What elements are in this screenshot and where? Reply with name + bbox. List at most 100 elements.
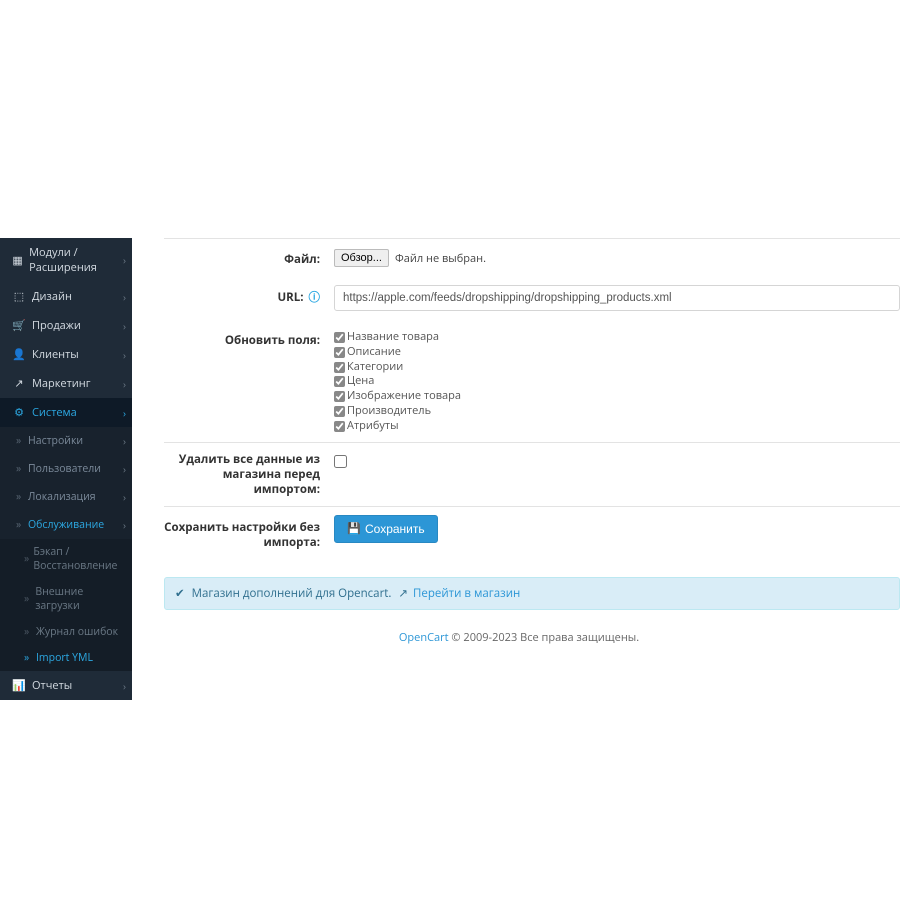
- row-save: Сохранить настройки без импорта: 💾 Сохра…: [164, 507, 900, 559]
- chevron-right-icon: ›: [123, 518, 126, 532]
- nav-marketing[interactable]: ↗ Маркетинг ›: [0, 369, 132, 398]
- external-link-icon: ↗: [398, 586, 408, 601]
- nav-clients[interactable]: 👤 Клиенты ›: [0, 340, 132, 369]
- file-browse-button[interactable]: Обзор...: [334, 249, 389, 267]
- chevron-right-icon: ›: [123, 348, 126, 362]
- row-wipe: Удалить все данные из магазина перед имп…: [164, 443, 900, 506]
- gear-icon: ⚙: [12, 405, 26, 420]
- subnav-service[interactable]: » Обслуживание ›: [0, 511, 132, 539]
- row-file: Файл: Обзор... Файл не выбран.: [164, 239, 900, 276]
- chevron-right-icon: ›: [123, 679, 126, 693]
- nav-label: Клиенты: [32, 347, 79, 362]
- chevron-right-icon: ›: [123, 253, 126, 267]
- check-circle-icon: ✔: [175, 586, 185, 601]
- save-icon: 💾: [347, 523, 359, 535]
- bullet-icon: »: [16, 462, 26, 476]
- alert-text: Магазин дополнений для Opencart.: [192, 586, 392, 601]
- save-button[interactable]: 💾 Сохранить: [334, 515, 438, 543]
- sidebar: ▦ Модули / Расширения › ⬚ Дизайн › 🛒 Про…: [0, 238, 132, 700]
- subnav-label: Обслуживание: [28, 518, 104, 532]
- help-icon[interactable]: ⓘ: [309, 291, 321, 306]
- chk-description[interactable]: Описание: [334, 345, 900, 360]
- checkbox[interactable]: [334, 362, 345, 373]
- extension-store-alert: ✔ Магазин дополнений для Opencart. ↗ Пер…: [164, 577, 900, 610]
- chevron-right-icon: ›: [123, 406, 126, 420]
- subnav-localization[interactable]: » Локализация ›: [0, 483, 132, 511]
- chk-label: Производитель: [347, 404, 431, 419]
- chevron-right-icon: ›: [123, 490, 126, 504]
- url-input[interactable]: [334, 285, 900, 311]
- label-url: URL: ⓘ: [164, 285, 334, 306]
- footer: OpenCart © 2009-2023 Все права защищены.: [138, 610, 900, 665]
- chevron-right-icon: ›: [123, 319, 126, 333]
- nav-sales[interactable]: 🛒 Продажи ›: [0, 311, 132, 340]
- file-status-text: Файл не выбран.: [395, 251, 486, 266]
- chk-label: Цена: [347, 374, 374, 389]
- wipe-checkbox[interactable]: [334, 455, 347, 468]
- checkbox[interactable]: [334, 332, 345, 343]
- update-fields-list: Название товара Описание Категории Цена …: [334, 328, 900, 434]
- nav-label: Продажи: [32, 318, 81, 333]
- subnav-users[interactable]: » Пользователи ›: [0, 455, 132, 483]
- footer-rest: © 2009-2023 Все права защищены.: [449, 630, 640, 645]
- chevron-right-icon: ›: [123, 462, 126, 476]
- sub2-label: Журнал ошибок: [36, 625, 118, 639]
- nav-design[interactable]: ⬚ Дизайн ›: [0, 282, 132, 311]
- label-update-fields: Обновить поля:: [164, 328, 334, 349]
- nav-reports[interactable]: 📊 Отчеты ›: [0, 671, 132, 700]
- chk-label: Описание: [347, 345, 401, 360]
- sub2-import-yml[interactable]: » Import YML: [0, 645, 132, 671]
- share-icon: ↗: [12, 376, 26, 391]
- checkbox[interactable]: [334, 347, 345, 358]
- sub2-label: Import YML: [36, 651, 93, 665]
- nav-label: Система: [32, 405, 77, 420]
- subnav-settings[interactable]: » Настройки ›: [0, 427, 132, 455]
- chk-label: Атрибуты: [347, 419, 399, 434]
- nav-extensions[interactable]: ▦ Модули / Расширения ›: [0, 238, 132, 282]
- nav-label: Модули / Расширения: [29, 245, 124, 275]
- chevron-right-icon: ›: [123, 434, 126, 448]
- bullet-icon: »: [24, 625, 34, 639]
- chk-price[interactable]: Цена: [334, 374, 900, 389]
- user-icon: 👤: [12, 347, 26, 362]
- cart-icon: 🛒: [12, 318, 26, 333]
- bullet-icon: »: [24, 552, 31, 566]
- footer-brand-link[interactable]: OpenCart: [399, 630, 449, 645]
- nav-label: Отчеты: [32, 678, 72, 693]
- service-submenu: » Бэкап / Восстановление » Внешние загру…: [0, 539, 132, 671]
- chk-manufacturer[interactable]: Производитель: [334, 404, 900, 419]
- system-submenu: » Настройки › » Пользователи › » Локализ…: [0, 427, 132, 671]
- bullet-icon: »: [24, 592, 33, 606]
- nav-system[interactable]: ⚙ Система ›: [0, 398, 132, 427]
- main-content: Файл: Обзор... Файл не выбран. URL: ⓘ: [132, 238, 900, 700]
- checkbox[interactable]: [334, 376, 345, 387]
- chk-label: Название товара: [347, 330, 439, 345]
- checkbox[interactable]: [334, 421, 345, 432]
- subnav-label: Пользователи: [28, 462, 101, 476]
- chk-image[interactable]: Изображение товара: [334, 389, 900, 404]
- sub2-backup[interactable]: » Бэкап / Восстановление: [0, 539, 132, 579]
- sub2-label: Внешние загрузки: [35, 585, 124, 613]
- checkbox[interactable]: [334, 406, 345, 417]
- chevron-right-icon: ›: [123, 290, 126, 304]
- puzzle-icon: ▦: [12, 253, 23, 268]
- chk-categories[interactable]: Категории: [334, 360, 900, 375]
- monitor-icon: ⬚: [12, 289, 26, 304]
- bullet-icon: »: [24, 651, 34, 665]
- label-url-text: URL:: [277, 290, 303, 305]
- chk-attributes[interactable]: Атрибуты: [334, 419, 900, 434]
- checkbox[interactable]: [334, 391, 345, 402]
- label-file: Файл:: [164, 247, 334, 268]
- save-button-label: Сохранить: [365, 522, 425, 536]
- bullet-icon: »: [16, 434, 26, 448]
- sub2-label: Бэкап / Восстановление: [33, 545, 124, 573]
- nav-label: Дизайн: [32, 289, 72, 304]
- alert-link[interactable]: Перейти в магазин: [413, 586, 520, 601]
- sub2-external[interactable]: » Внешние загрузки: [0, 579, 132, 619]
- chk-label: Категории: [347, 360, 403, 375]
- chevron-right-icon: ›: [123, 377, 126, 391]
- chk-product-name[interactable]: Название товара: [334, 330, 900, 345]
- nav-label: Маркетинг: [32, 376, 90, 391]
- sub2-errorlog[interactable]: » Журнал ошибок: [0, 619, 132, 645]
- bullet-icon: »: [16, 518, 26, 532]
